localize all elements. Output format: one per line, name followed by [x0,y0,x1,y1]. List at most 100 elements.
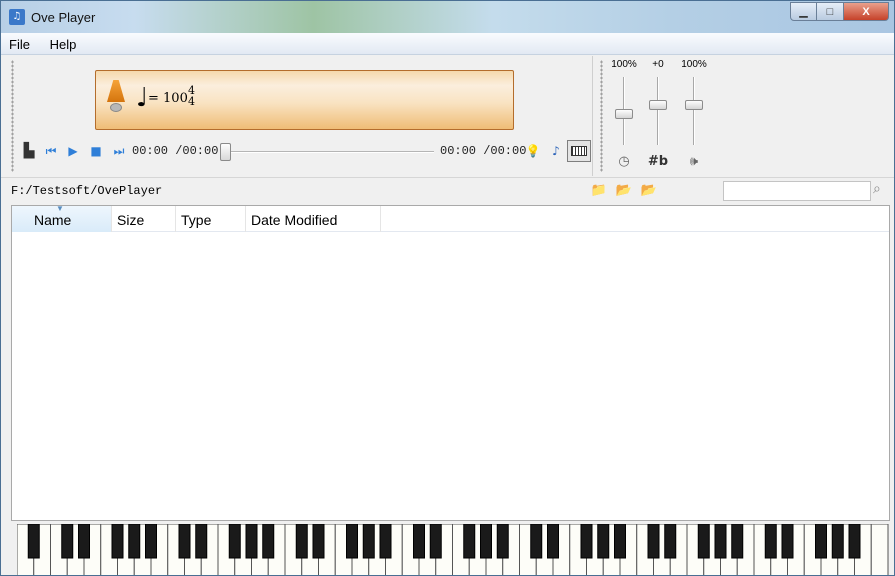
mixer-sliders: 100% ◷ +0 #b 100% 🕪 [594,56,894,176]
open-folder-icon[interactable]: 📁 [590,182,608,198]
column-name[interactable]: ▼ Name [12,204,112,232]
play-icon[interactable]: ▶ [65,142,81,160]
piano-keyboard[interactable] [17,524,891,576]
piano-black-key[interactable] [614,524,626,559]
metronome-icon[interactable] [106,80,126,112]
file-list-header: ▼ Name Size Type Date Modified [12,204,889,232]
clock-icon: ◷ [618,154,630,169]
quarter-note-icon: ♩ [136,83,149,113]
transpose-knob[interactable] [649,100,667,111]
transport-panel: ♩ = 100 4 4 ▙ ⏮ ▶ ■ ⏭ 00:00 /00:00 00:00… [1,56,593,176]
total-time: 00:00 /00:00 [440,144,527,158]
piano-black-key[interactable] [78,524,90,559]
sort-arrow-icon: ▼ [56,204,64,213]
search-icon[interactable]: ⌕ [873,181,891,199]
column-date-modified[interactable]: Date Modified [246,206,381,232]
piano-black-key[interactable] [346,524,358,559]
piano-black-key[interactable] [714,524,727,559]
minimize-button[interactable]: ▁ [790,2,817,21]
sharp-flat-icon: #b [647,154,669,169]
piano-black-key[interactable] [178,524,191,559]
piano-black-key[interactable] [128,524,141,559]
close-button[interactable]: X [844,2,889,21]
volume-knob[interactable] [685,100,703,111]
piano-black-key[interactable] [815,524,827,559]
piano-black-key[interactable] [480,524,492,559]
window-title: Ove Player [31,10,96,25]
speed-value: 100% [611,59,637,70]
transpose-slider[interactable]: +0 #b [640,56,676,176]
speed-knob[interactable] [615,108,633,119]
menu-help[interactable]: Help [42,33,85,52]
piano-black-key[interactable] [195,524,208,559]
piano-black-key[interactable] [848,524,861,559]
piano-black-key[interactable] [547,524,559,559]
toolbar-grip[interactable] [11,60,14,172]
window-controls: ▁ □ X [790,2,889,21]
piano-panel [1,521,894,576]
path-bar: F:/Testsoft/OvePlayer 📁 📂 📂 ⌕ [1,177,894,203]
piano-black-key[interactable] [831,524,844,559]
piano-black-key[interactable] [362,524,375,559]
piano-black-key[interactable] [228,524,241,559]
speed-slider[interactable]: 100% ◷ [606,56,642,176]
piano-black-key[interactable] [597,524,610,559]
speaker-icon: 🕪 [689,154,699,169]
app-window: ♫ Ove Player ▁ □ X File Help ♩ = 100 4 4… [0,0,895,576]
file-list[interactable]: ▼ Name Size Type Date Modified [11,204,890,521]
slider-panel-grip[interactable] [600,60,603,172]
volume-value: 100% [681,59,707,70]
piano-black-key[interactable] [295,524,308,559]
menu-file[interactable]: File [1,33,38,52]
title-bar[interactable]: ♫ Ove Player ▁ □ X [1,1,894,33]
seek-track [220,151,434,153]
piano-black-key[interactable] [580,524,593,559]
elapsed-time: 00:00 /00:00 [132,144,219,158]
piano-white-key[interactable] [870,524,889,576]
piano-black-key[interactable] [27,524,40,559]
piano-black-key[interactable] [781,524,794,559]
search-input[interactable] [723,181,871,201]
folder-forward-icon[interactable]: 📂 [640,182,658,198]
piano-black-key[interactable] [429,524,442,559]
piano-black-key[interactable] [664,524,677,559]
piano-black-key[interactable] [463,524,476,559]
current-path: F:/Testsoft/OvePlayer [11,184,163,198]
piano-black-key[interactable] [245,524,258,559]
time-signature: 4 4 [188,85,195,107]
seek-slider[interactable] [220,143,434,161]
piano-black-key[interactable] [111,524,124,559]
keyboard-icon [571,146,587,156]
menu-bar: File Help [1,33,894,55]
piano-black-key[interactable] [312,524,325,559]
piano-black-key[interactable] [145,524,157,559]
previous-icon[interactable]: ⏮ [43,142,59,160]
next-icon[interactable]: ⏭ [111,142,127,160]
piano-black-key[interactable] [731,524,744,559]
score-display: ♩ = 100 4 4 [95,70,514,130]
column-type[interactable]: Type [176,206,246,232]
piano-black-key[interactable] [530,524,543,559]
lightbulb-icon[interactable]: 💡 [525,142,541,160]
piano-black-key[interactable] [61,524,74,559]
keyboard-toggle-button[interactable] [567,140,591,162]
piano-black-key[interactable] [379,524,392,559]
piano-black-key[interactable] [262,524,275,559]
time-signature-bottom: 4 [188,95,195,108]
folder-back-icon[interactable]: 📂 [615,182,633,198]
piano-black-key[interactable] [764,524,777,559]
piano-black-key[interactable] [647,524,660,559]
app-icon[interactable]: ♫ [9,9,25,25]
piano-black-key[interactable] [697,524,710,559]
save-icon[interactable]: ▙ [21,142,37,160]
column-size[interactable]: Size [112,206,176,232]
piano-black-key[interactable] [413,524,425,559]
volume-slider[interactable]: 100% 🕪 [676,56,712,176]
tempo-value: = 100 [148,91,188,106]
maximize-button[interactable]: □ [817,2,844,21]
piano-black-key[interactable] [496,524,509,559]
seek-thumb[interactable] [220,143,231,161]
note-mute-icon[interactable]: ♪ [548,142,564,160]
transpose-value: +0 [652,59,664,70]
stop-icon[interactable]: ■ [88,142,104,160]
